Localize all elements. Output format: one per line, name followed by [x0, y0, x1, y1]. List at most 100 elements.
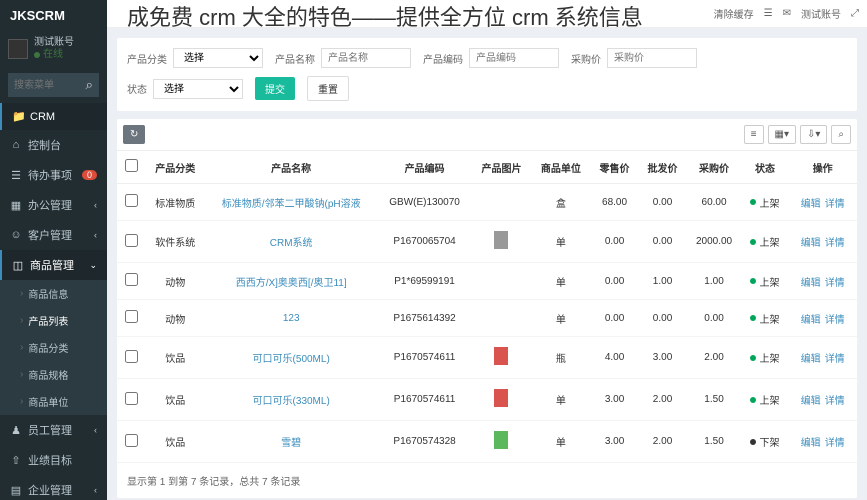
- clear-cache-link[interactable]: 清除缓存: [714, 6, 754, 21]
- th-retail[interactable]: 零售价: [591, 151, 639, 184]
- th-unit[interactable]: 商品单位: [531, 151, 590, 184]
- edit-link[interactable]: 编辑: [801, 438, 821, 449]
- menu-enterprise[interactable]: ▤企业管理‹: [0, 475, 107, 500]
- edit-link[interactable]: 编辑: [801, 315, 821, 326]
- cell-code: P1670574611: [377, 379, 471, 421]
- cell-name-link[interactable]: 123: [283, 313, 300, 324]
- reset-button[interactable]: 重置: [307, 76, 349, 101]
- topbar-icon[interactable]: ✉: [783, 8, 791, 19]
- list-icon: ☰: [10, 169, 22, 182]
- th-name[interactable]: 产品名称: [205, 151, 377, 184]
- row-checkbox[interactable]: [125, 194, 138, 207]
- row-checkbox[interactable]: [125, 273, 138, 286]
- detail-link[interactable]: 详情: [825, 199, 845, 210]
- cell-retail: 4.00: [591, 337, 639, 379]
- row-checkbox[interactable]: [125, 234, 138, 247]
- detail-link[interactable]: 详情: [825, 438, 845, 449]
- th-purchase[interactable]: 采购价: [687, 151, 742, 184]
- filter-code-input[interactable]: [469, 48, 559, 68]
- submenu-product-list[interactable]: 产品列表: [0, 307, 107, 334]
- detail-link[interactable]: 详情: [825, 278, 845, 289]
- chevron-down-icon: ⌄: [89, 260, 97, 271]
- table-panel: ↻ ≡ ▦▾ ⇩▾ ⌕ 产品分类 产品名称: [117, 119, 857, 498]
- cell-name-link[interactable]: 西西方/X]奥奥西[/奥卫11]: [236, 278, 347, 289]
- menu-customer[interactable]: ☺客户管理‹: [0, 220, 107, 250]
- th-image[interactable]: 产品图片: [472, 151, 531, 184]
- chart-icon: ⇧: [10, 454, 22, 467]
- submit-button[interactable]: 提交: [255, 77, 295, 100]
- status-badge: 上架: [750, 311, 779, 326]
- cell-category: 动物: [146, 300, 205, 337]
- cell-name-link[interactable]: 标准物质/邻苯二甲酸钠(pH溶液: [222, 199, 361, 210]
- topbar-user[interactable]: 测试账号: [801, 6, 841, 21]
- select-all-checkbox[interactable]: [125, 159, 138, 172]
- menu-todo[interactable]: ☰待办事项0: [0, 160, 107, 190]
- cell-wholesale: 0.00: [639, 300, 687, 337]
- th-wholesale[interactable]: 批发价: [639, 151, 687, 184]
- toggle-view-button[interactable]: ≡: [744, 125, 764, 144]
- menu-search-input[interactable]: [8, 73, 80, 97]
- status-badge: 上架: [750, 195, 779, 210]
- product-image[interactable]: [494, 347, 508, 365]
- menu-staff[interactable]: ♟员工管理‹: [0, 415, 107, 445]
- product-image[interactable]: [494, 389, 508, 407]
- chevron-icon: ‹: [94, 230, 97, 240]
- cell-unit: 单: [531, 421, 590, 463]
- row-checkbox[interactable]: [125, 392, 138, 405]
- detail-link[interactable]: 详情: [825, 315, 845, 326]
- th-category[interactable]: 产品分类: [146, 151, 205, 184]
- product-image[interactable]: [494, 231, 508, 249]
- menu-office[interactable]: ▦办公管理‹: [0, 190, 107, 220]
- cell-purchase: 1.50: [687, 379, 742, 421]
- cell-code: P1*69599191: [377, 263, 471, 300]
- row-checkbox[interactable]: [125, 434, 138, 447]
- submenu-product-info[interactable]: 商品信息: [0, 280, 107, 307]
- filter-status-select[interactable]: 选择: [153, 79, 243, 99]
- cell-image: [472, 421, 531, 463]
- export-button[interactable]: ⇩▾: [800, 125, 827, 144]
- edit-link[interactable]: 编辑: [801, 278, 821, 289]
- edit-link[interactable]: 编辑: [801, 238, 821, 249]
- submenu-product-category[interactable]: 商品分类: [0, 334, 107, 361]
- menu-crm[interactable]: 📁CRM: [0, 103, 107, 130]
- expand-icon[interactable]: ⤢: [851, 8, 859, 19]
- detail-link[interactable]: 详情: [825, 354, 845, 365]
- cell-name-link[interactable]: 可口可乐(330ML): [253, 396, 330, 407]
- cell-wholesale: 2.00: [639, 379, 687, 421]
- th-action[interactable]: 操作: [788, 151, 857, 184]
- cell-name-link[interactable]: CRM系统: [270, 238, 313, 249]
- filter-category-select[interactable]: 选择: [173, 48, 263, 68]
- th-status[interactable]: 状态: [742, 151, 789, 184]
- detail-link[interactable]: 详情: [825, 238, 845, 249]
- edit-link[interactable]: 编辑: [801, 354, 821, 365]
- columns-button[interactable]: ▦▾: [768, 125, 796, 144]
- cell-code: P1675614392: [377, 300, 471, 337]
- menu-product[interactable]: ◫商品管理⌄: [0, 250, 107, 280]
- menu-dashboard[interactable]: ⌂控制台: [0, 130, 107, 160]
- menu-search-btn[interactable]: ⌕: [80, 73, 99, 97]
- home-icon: ⌂: [10, 139, 22, 151]
- user-status: 在线: [34, 49, 74, 61]
- cell-wholesale: 3.00: [639, 337, 687, 379]
- search-toggle-button[interactable]: ⌕: [831, 125, 851, 144]
- cell-name-link[interactable]: 雪碧: [281, 438, 301, 449]
- topbar-icon[interactable]: ☰: [764, 8, 773, 19]
- submenu-product-unit[interactable]: 商品单位: [0, 388, 107, 415]
- detail-link[interactable]: 详情: [825, 396, 845, 407]
- filter-purchase-input[interactable]: [607, 48, 697, 68]
- edit-link[interactable]: 编辑: [801, 396, 821, 407]
- sidebar: JKSCRM 测试账号 在线 ⌕ 📁CRM ⌂控制台 ☰待办事项0 ▦办公管理‹…: [0, 0, 107, 500]
- cell-name-link[interactable]: 可口可乐(500ML): [253, 354, 330, 365]
- row-checkbox[interactable]: [125, 310, 138, 323]
- edit-link[interactable]: 编辑: [801, 199, 821, 210]
- th-code[interactable]: 产品编码: [377, 151, 471, 184]
- submenu-product-spec[interactable]: 商品规格: [0, 361, 107, 388]
- avatar[interactable]: [8, 39, 28, 59]
- filter-name-input[interactable]: [321, 48, 411, 68]
- refresh-button[interactable]: ↻: [123, 125, 145, 144]
- chevron-icon: ‹: [94, 200, 97, 210]
- cell-image: [472, 263, 531, 300]
- menu-performance[interactable]: ⇧业绩目标: [0, 445, 107, 475]
- product-image[interactable]: [494, 431, 508, 449]
- row-checkbox[interactable]: [125, 350, 138, 363]
